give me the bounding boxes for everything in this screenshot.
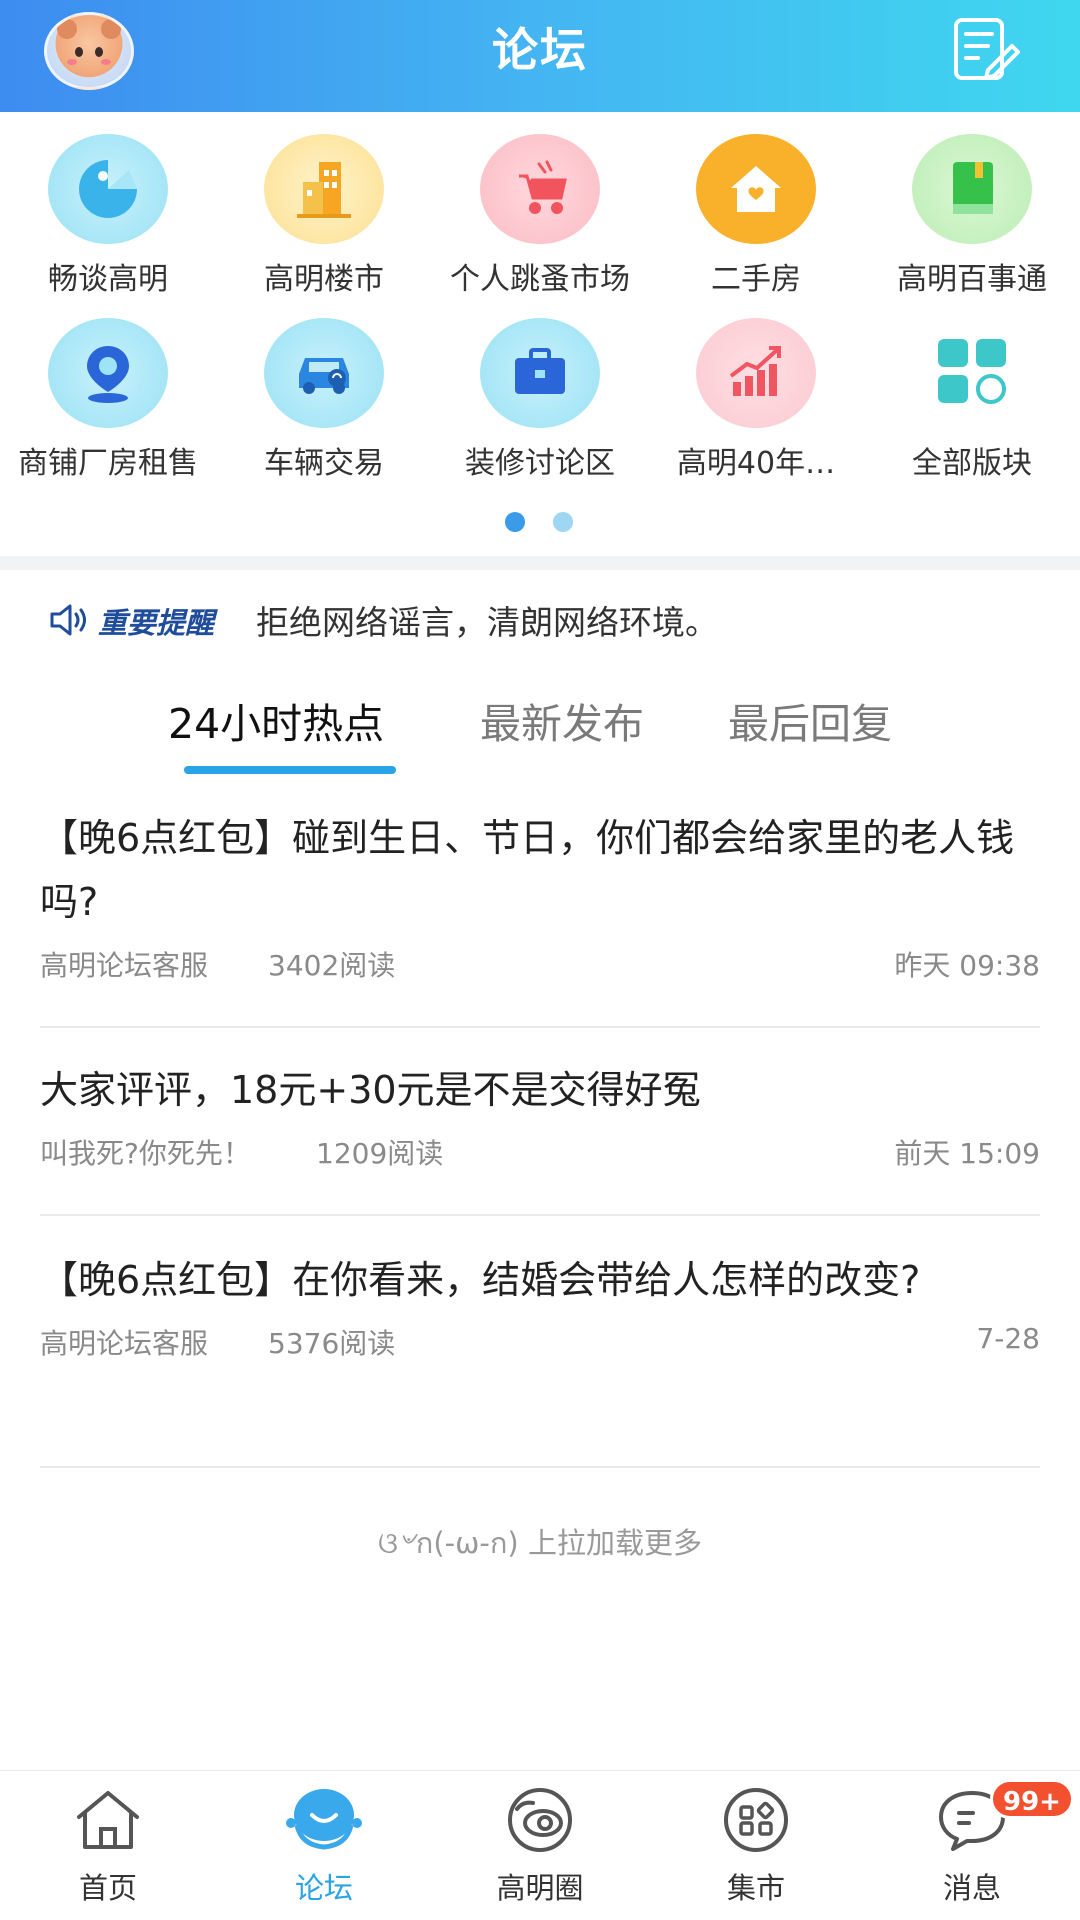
market-icon <box>724 1788 788 1852</box>
post-meta: 高明论坛客服 5376阅读 7-28 <box>40 1322 1040 1362</box>
tab-24h-hot[interactable]: 24小时热点 <box>168 690 384 750</box>
toolbox-icon <box>480 318 600 428</box>
location-icon <box>48 318 168 428</box>
nav-circle[interactable]: 高明圈 <box>432 1771 648 1920</box>
growth-chart-icon <box>696 318 816 428</box>
category-label: 畅谈高明 <box>48 262 168 297</box>
post-author[interactable]: 高明论坛客服 <box>40 944 208 984</box>
post-item[interactable]: 【晚6点红包】在你看来，结婚会带给人怎样的改变? 高明论坛客服 5376阅读 7… <box>40 1248 1040 1362</box>
top-bar: 论坛 <box>0 0 1080 112</box>
category-all[interactable]: 全部版块 <box>864 312 1080 482</box>
post-meta: 叫我死?你死先！ 1209阅读 前天 15:09 <box>40 1132 1040 1172</box>
home-icon <box>77 1791 139 1849</box>
notice-label: 重要提醒 <box>98 606 215 640</box>
tab-latest[interactable]: 最新发布 <box>480 690 644 750</box>
post-time: 7-28 <box>976 1322 1040 1355</box>
feed-tabs: 24小时热点 最新发布 最后回复 <box>0 690 1080 770</box>
post-title[interactable]: 大家评评，18元+30元是不是交得好冤 <box>40 1058 1040 1122</box>
category-tiaozao[interactable]: 个人跳蚤市场 <box>432 128 648 298</box>
category-label: 全部版块 <box>912 446 1032 481</box>
post-item[interactable]: 【晚6点红包】碰到生日、节日，你们都会给家里的老人钱吗? 高明论坛客服 3402… <box>40 806 1040 984</box>
nav-messages[interactable]: 99+ 消息 <box>864 1771 1080 1920</box>
category-label: 个人跳蚤市场 <box>450 262 630 297</box>
notice-text: 拒绝网络谣言，清朗网络环境。 <box>256 603 718 642</box>
category-gaoming40[interactable]: 高明40年… <box>648 312 864 482</box>
post-author[interactable]: 高明论坛客服 <box>40 1322 208 1362</box>
compose-icon[interactable] <box>950 16 1020 86</box>
post-title[interactable]: 【晚6点红包】在你看来，结婚会带给人怎样的改变? <box>40 1248 1040 1312</box>
category-shangpu[interactable]: 商铺厂房租售 <box>0 312 216 482</box>
section-divider <box>0 556 1080 570</box>
unread-badge: 99+ <box>990 1779 1074 1819</box>
category-loushi[interactable]: 高明楼市 <box>216 128 432 298</box>
nav-label: 论坛 <box>294 1871 353 1905</box>
category-label: 装修讨论区 <box>465 446 615 481</box>
category-label: 商铺厂房租售 <box>18 446 198 481</box>
page-dot-active <box>505 512 525 532</box>
nav-label: 高明圈 <box>496 1871 584 1905</box>
notice-bar[interactable]: 重要提醒 拒绝网络谣言，清朗网络环境。 <box>48 596 1048 644</box>
nav-label: 消息 <box>942 1871 1001 1905</box>
category-label: 高明40年… <box>676 446 836 481</box>
page-dot <box>553 512 573 532</box>
nav-home[interactable]: 首页 <box>0 1771 216 1920</box>
post-time: 昨天 09:38 <box>894 949 1040 982</box>
tab-last-reply[interactable]: 最后回复 <box>728 690 892 750</box>
nav-forum[interactable]: 论坛 <box>216 1771 432 1920</box>
category-changtan[interactable]: 畅谈高明 <box>0 128 216 298</box>
post-divider <box>40 1026 1040 1028</box>
category-label: 二手房 <box>711 262 801 297</box>
category-zhuangxiu[interactable]: 装修讨论区 <box>432 312 648 482</box>
post-reads: 5376阅读 <box>268 1327 396 1360</box>
tab-indicator <box>184 766 396 774</box>
post-title[interactable]: 【晚6点红包】碰到生日、节日，你们都会给家里的老人钱吗? <box>40 806 1040 934</box>
post-reads: 3402阅读 <box>268 949 396 982</box>
post-time: 前天 15:09 <box>894 1137 1040 1170</box>
circle-icon <box>508 1788 572 1852</box>
post-divider <box>40 1466 1040 1468</box>
category-label: 高明楼市 <box>264 262 384 297</box>
category-cheliang[interactable]: 车辆交易 <box>216 312 432 482</box>
bottom-nav: 首页 论坛 高明圈 集市 99+ 消息 <box>0 1770 1080 1920</box>
grid-icon <box>912 318 1032 428</box>
post-meta: 高明论坛客服 3402阅读 昨天 09:38 <box>40 944 1040 984</box>
category-label: 高明百事通 <box>897 262 1047 297</box>
chat-icon <box>48 134 168 244</box>
post-reads: 1209阅读 <box>316 1137 444 1170</box>
speaker-icon <box>50 604 86 636</box>
building-icon <box>264 134 384 244</box>
page-title: 论坛 <box>492 23 588 77</box>
load-more-hint: ଓ৺ก(-ω-ก) 上拉加载更多 <box>378 1526 702 1560</box>
house-icon <box>696 134 816 244</box>
post-item[interactable]: 大家评评，18元+30元是不是交得好冤 叫我死?你死先！ 1209阅读 前天 1… <box>40 1058 1040 1172</box>
forum-icon <box>286 1789 362 1850</box>
nav-label: 首页 <box>78 1871 137 1905</box>
post-author[interactable]: 叫我死?你死先！ <box>40 1132 251 1172</box>
category-ershoufang[interactable]: 二手房 <box>648 128 864 298</box>
category-baishitong[interactable]: 高明百事通 <box>864 128 1080 298</box>
post-divider <box>40 1214 1040 1216</box>
car-icon <box>264 318 384 428</box>
nav-label: 集市 <box>726 1871 785 1905</box>
category-label: 车辆交易 <box>264 446 384 481</box>
nav-market[interactable]: 集市 <box>648 1771 864 1920</box>
stroller-icon <box>480 134 600 244</box>
book-icon <box>912 134 1032 244</box>
